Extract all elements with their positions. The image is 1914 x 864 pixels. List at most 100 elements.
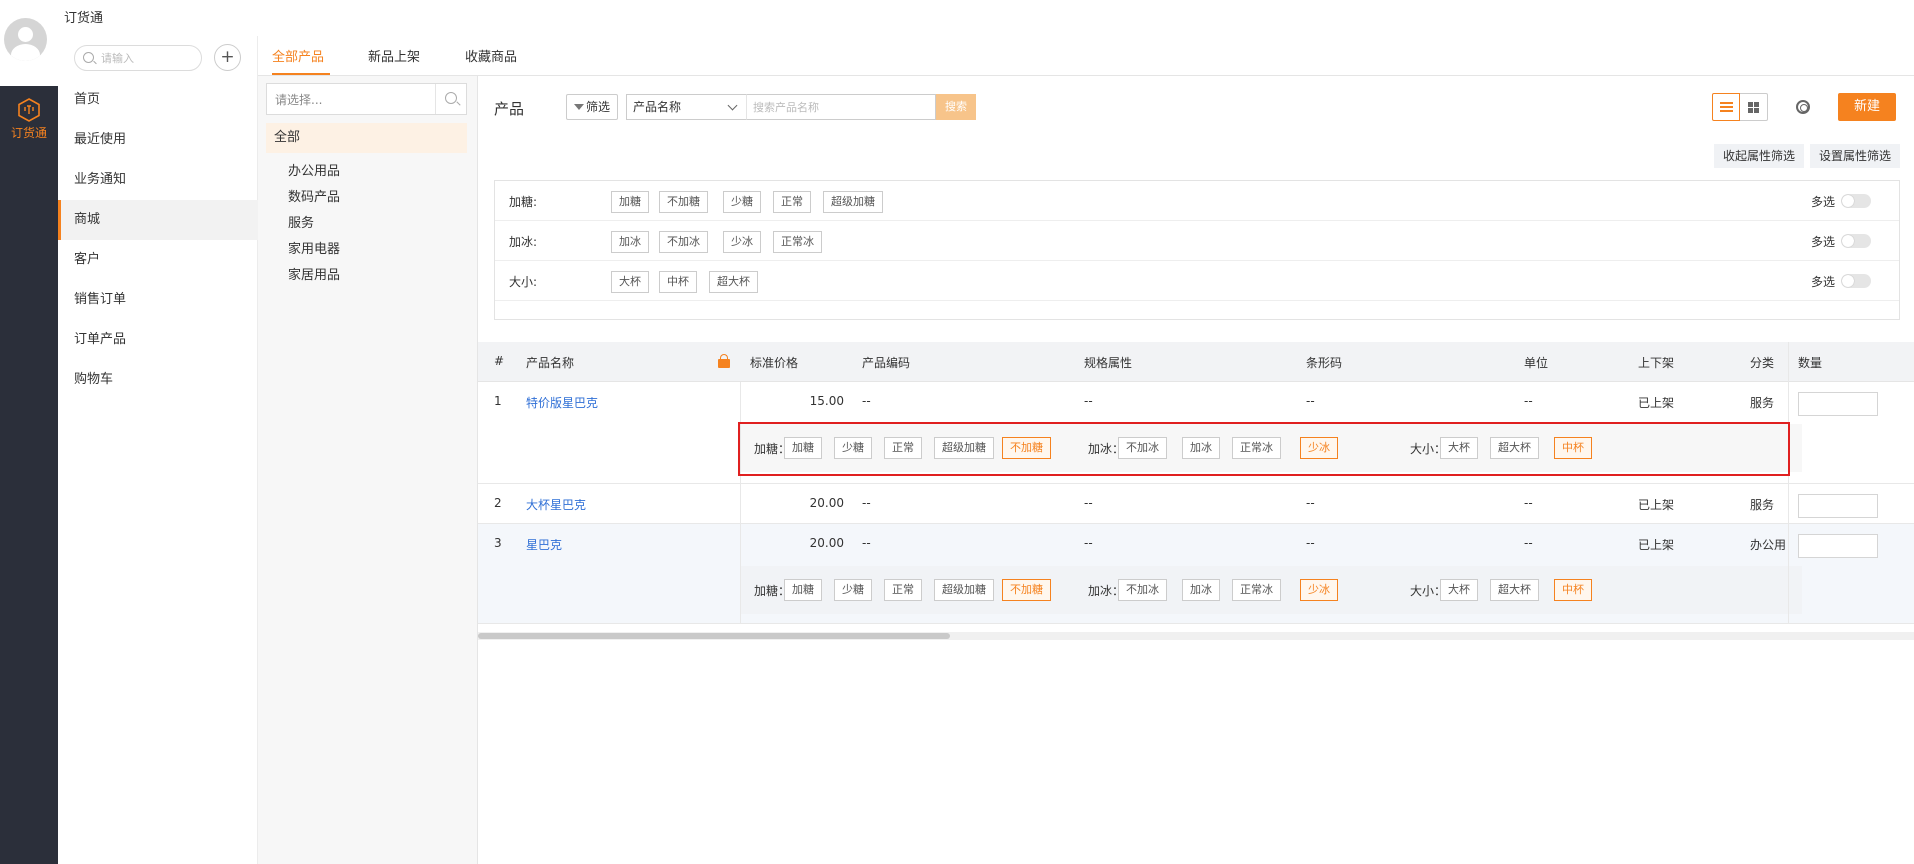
new-button[interactable]: 新建 bbox=[1838, 93, 1896, 121]
attr-option[interactable]: 加冰 bbox=[611, 231, 649, 253]
sidebar-item-customers[interactable]: 客户 bbox=[58, 240, 258, 280]
tab-favorites[interactable]: 收藏商品 bbox=[465, 46, 517, 65]
search-icon[interactable] bbox=[445, 92, 457, 104]
category-all[interactable]: 全部 bbox=[266, 123, 467, 153]
category-search-input[interactable] bbox=[275, 91, 425, 109]
avatar[interactable] bbox=[4, 18, 47, 61]
sidebar-item-notifications[interactable]: 业务通知 bbox=[58, 160, 258, 200]
spec-option[interactable]: 超大杯 bbox=[1490, 579, 1539, 601]
row-price: 20.00 bbox=[809, 496, 844, 510]
sidebar-item-cart[interactable]: 购物车 bbox=[58, 360, 258, 400]
row-category: 服务 bbox=[1750, 498, 1775, 512]
sidebar-item-order-products[interactable]: 订单产品 bbox=[58, 320, 258, 360]
attr-option[interactable]: 超级加糖 bbox=[823, 191, 883, 213]
spec-selector: 加糖： 加糖 少糖 正常 超级加糖 不加糖 加冰： 不加冰 加冰 正常冰 少冰 … bbox=[740, 566, 1802, 614]
product-search-input[interactable] bbox=[753, 99, 928, 115]
quantity-input[interactable] bbox=[1798, 392, 1878, 416]
product-name-link[interactable]: 特价版星巴克 bbox=[526, 394, 598, 411]
spec-option[interactable]: 加糖 bbox=[784, 579, 822, 601]
row-spec: -- bbox=[1084, 536, 1093, 550]
attr-row-sugar: 加糖: 加糖 不加糖 少糖 正常 超级加糖 多选 bbox=[495, 181, 1899, 221]
spec-option[interactable]: 不加冰 bbox=[1118, 579, 1167, 601]
row-unit: -- bbox=[1524, 496, 1533, 510]
product-name-link[interactable]: 大杯星巴克 bbox=[526, 496, 586, 513]
filter-icon bbox=[573, 104, 584, 110]
attr-option[interactable]: 超大杯 bbox=[709, 271, 758, 293]
attr-label: 大小: bbox=[509, 275, 538, 289]
spec-option-selected[interactable]: 不加糖 bbox=[1002, 579, 1051, 601]
col-code: 产品编码 bbox=[862, 356, 911, 370]
table-header: # 产品名称 标准价格 产品编码 规格属性 条形码 单位 上下架 分类 数量 bbox=[478, 342, 1914, 382]
horizontal-scrollbar[interactable] bbox=[478, 632, 1914, 640]
spec-option[interactable]: 超级加糖 bbox=[934, 579, 994, 601]
multi-select-toggle[interactable] bbox=[1841, 234, 1871, 248]
row-code: -- bbox=[862, 394, 871, 408]
spec-option[interactable]: 少糖 bbox=[834, 579, 872, 601]
search-button[interactable]: 搜索 bbox=[936, 94, 976, 120]
multi-select-label: 多选 bbox=[1811, 275, 1836, 289]
attr-option[interactable]: 大杯 bbox=[611, 271, 649, 293]
attr-option[interactable]: 少冰 bbox=[723, 231, 761, 253]
set-attr-filter-button[interactable]: 设置属性筛选 bbox=[1810, 144, 1900, 168]
search-field-select[interactable]: 产品名称 bbox=[626, 94, 746, 120]
spec-option[interactable]: 正常 bbox=[884, 579, 922, 601]
active-tab-indicator bbox=[272, 73, 330, 75]
sidebar-item-home[interactable]: 首页 bbox=[58, 80, 258, 120]
tab-new-products[interactable]: 新品上架 bbox=[368, 46, 420, 65]
list-view-icon[interactable] bbox=[1712, 93, 1740, 121]
lock-icon[interactable] bbox=[718, 354, 730, 368]
collapse-attr-filter-button[interactable]: 收起属性筛选 bbox=[1714, 144, 1804, 168]
attr-label: 加糖: bbox=[509, 195, 538, 209]
divider bbox=[435, 84, 436, 114]
col-price: 标准价格 bbox=[750, 356, 799, 370]
tab-all-products[interactable]: 全部产品 bbox=[272, 46, 324, 65]
product-table: # 产品名称 标准价格 产品编码 规格属性 条形码 单位 上下架 分类 数量 1… bbox=[478, 342, 1914, 702]
chevron-down-icon bbox=[727, 100, 738, 111]
attr-option[interactable]: 正常 bbox=[773, 191, 811, 213]
filter-button[interactable]: 筛选 bbox=[566, 94, 618, 120]
category-item[interactable]: 数码产品 bbox=[288, 186, 340, 205]
nav-search bbox=[74, 45, 202, 71]
spec-option[interactable]: 正常冰 bbox=[1232, 579, 1281, 601]
nav-search-input[interactable] bbox=[101, 49, 196, 67]
add-icon[interactable]: + bbox=[214, 44, 241, 71]
col-quantity: 数量 bbox=[1798, 356, 1823, 370]
spec-option-selected[interactable]: 中杯 bbox=[1554, 579, 1592, 601]
col-status: 上下架 bbox=[1638, 356, 1675, 370]
grid-view-icon[interactable] bbox=[1740, 93, 1768, 121]
scrollbar-thumb[interactable] bbox=[478, 633, 950, 639]
sidebar-nav: + 首页 最近使用 业务通知 商城 客户 销售订单 订单产品 购物车 bbox=[58, 36, 258, 864]
attr-option[interactable]: 中杯 bbox=[659, 271, 697, 293]
quantity-input[interactable] bbox=[1798, 534, 1878, 558]
category-item[interactable]: 家居用品 bbox=[288, 264, 340, 283]
row-index: 2 bbox=[494, 496, 502, 510]
sidebar-item-recent[interactable]: 最近使用 bbox=[58, 120, 258, 160]
attribute-filter-panel: 加糖: 加糖 不加糖 少糖 正常 超级加糖 多选 加冰: 加冰 不加冰 少冰 正… bbox=[494, 180, 1900, 320]
category-item[interactable]: 家用电器 bbox=[288, 238, 340, 257]
spec-option[interactable]: 加冰 bbox=[1182, 579, 1220, 601]
app-root: 订货通 订货通 + 首页 最近使用 业务通知 商城 客户 销售订单 订单产品 购… bbox=[0, 0, 1914, 864]
product-name-link[interactable]: 星巴克 bbox=[526, 536, 562, 553]
attr-option[interactable]: 正常冰 bbox=[773, 231, 822, 253]
sidebar-item-sales-orders[interactable]: 销售订单 bbox=[58, 280, 258, 320]
attr-option[interactable]: 少糖 bbox=[723, 191, 761, 213]
row-barcode: -- bbox=[1306, 536, 1315, 550]
search-field-value: 产品名称 bbox=[633, 100, 682, 114]
rail-app-dinghuotong[interactable]: 订货通 bbox=[0, 94, 58, 150]
multi-select-toggle[interactable] bbox=[1841, 274, 1871, 288]
quantity-input[interactable] bbox=[1798, 494, 1878, 518]
category-item[interactable]: 办公用品 bbox=[288, 160, 340, 179]
attr-option[interactable]: 不加冰 bbox=[659, 231, 708, 253]
gear-icon[interactable] bbox=[1796, 100, 1810, 114]
attr-option[interactable]: 不加糖 bbox=[659, 191, 708, 213]
multi-select-toggle[interactable] bbox=[1841, 194, 1871, 208]
category-item[interactable]: 服务 bbox=[288, 212, 314, 231]
multi-select-label: 多选 bbox=[1811, 195, 1836, 209]
attr-option[interactable]: 加糖 bbox=[611, 191, 649, 213]
spec-option[interactable]: 大杯 bbox=[1440, 579, 1478, 601]
spec-option-selected[interactable]: 少冰 bbox=[1300, 579, 1338, 601]
app-title: 订货通 bbox=[64, 11, 104, 26]
row-price: 20.00 bbox=[809, 536, 844, 550]
sidebar-item-mall[interactable]: 商城 bbox=[58, 200, 258, 240]
row-status: 已上架 bbox=[1638, 396, 1675, 410]
